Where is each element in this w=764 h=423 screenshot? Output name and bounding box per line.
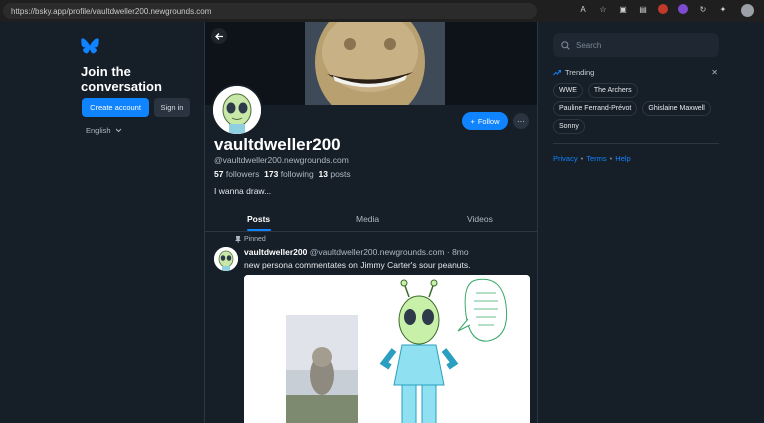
collections-icon[interactable]: ✦ [718,4,728,14]
help-link[interactable]: Help [615,154,630,163]
privacy-link[interactable]: Privacy [553,154,578,163]
followers-count[interactable]: 57 [214,169,223,179]
search-input[interactable]: Search [553,33,719,57]
read-aloud-icon[interactable]: A [578,4,588,14]
extension-icon[interactable]: ▣ [618,4,628,14]
post-drawing-image [244,275,530,423]
trending-topics: WWE The Archers Pauline Ferrand-Prévot G… [553,83,723,134]
search-icon [561,40,570,50]
pin-icon [235,236,241,243]
tab-videos[interactable]: Videos [467,214,493,224]
post-header: vaultdweller200 @vaultdweller200.newgrou… [244,247,469,257]
following-label[interactable]: following [281,169,314,179]
post-separator: · [446,247,450,257]
post-author-avatar[interactable] [214,247,238,271]
trending-label: Trending [565,68,595,77]
post-author-handle[interactable]: @vaultdweller200.newgrounds.com [310,247,445,257]
posts-count: 13 [318,169,328,179]
back-button[interactable] [211,28,227,44]
profile-display-name: vaultdweller200 [214,135,341,154]
browser-profile-avatar[interactable] [741,4,754,17]
bluesky-logo-icon[interactable] [81,38,99,54]
alien-avatar-image [214,247,238,271]
chevron-down-icon [115,128,121,133]
trending-topic[interactable]: The Archers [587,83,638,98]
post-text: new persona commentates on Jimmy Carter'… [244,260,471,270]
trending-topic[interactable]: WWE [553,83,583,98]
address-bar[interactable]: https://bsky.app/profile/vaultdweller200… [3,3,537,19]
trending-topic[interactable]: Pauline Ferrand-Prévot [553,101,638,116]
profile-stats: 57 followers 173 following 13 posts [214,169,351,179]
trending-arrow-icon [553,70,561,76]
refresh-icon[interactable]: ↻ [698,4,708,14]
profile-handle: @vaultdweller200.newgrounds.com [214,155,349,165]
link-separator: • [609,154,613,163]
extension-icon[interactable] [678,4,688,14]
profile-bio: I wanna draw... [214,186,272,196]
tab-posts[interactable]: Posts [247,214,270,224]
follow-button[interactable]: + Follow [462,112,508,130]
profile-tabs: Posts Media Videos [205,208,537,232]
search-placeholder: Search [576,40,602,50]
post-age[interactable]: 8mo [452,247,469,257]
post-image[interactable] [244,275,530,423]
active-tab-indicator [247,229,271,231]
divider [553,143,719,144]
trending-topic[interactable]: Ghislaine Maxwell [642,101,711,116]
post-author-name[interactable]: vaultdweller200 [244,247,307,257]
right-sidebar: Search Trending ✕ WWE The Archers Paulin… [538,22,764,423]
alien-avatar-image [213,86,261,134]
following-count[interactable]: 173 [264,169,278,179]
join-line: conversation [81,79,162,94]
sign-in-button[interactable]: Sign in [154,98,190,117]
plus-icon: + [470,116,475,126]
posts-label: posts [330,169,351,179]
join-heading: Join the conversation [81,64,191,94]
extension-icon[interactable] [658,4,668,14]
followers-label[interactable]: followers [226,169,260,179]
trending-topic[interactable]: Sonny [553,119,585,134]
more-options-button[interactable]: ··· [513,113,529,129]
extension-icon[interactable]: ▤ [638,4,648,14]
profile-main: + Follow ··· vaultdweller200 @vaultdwell… [204,22,538,423]
left-sidebar: Join the conversation Create account Sig… [0,22,204,423]
browser-actions: A ☆ ▣ ▤ ↻ ✦ [578,4,728,14]
language-label: English [86,126,111,135]
pinned-indicator: Pinned [235,236,266,243]
browser-toolbar: https://bsky.app/profile/vaultdweller200… [0,0,764,22]
pinned-label: Pinned [244,236,266,243]
arrow-left-icon [214,32,223,40]
tab-media[interactable]: Media [356,214,379,224]
create-account-button[interactable]: Create account [82,98,149,117]
favorite-star-icon[interactable]: ☆ [598,4,608,14]
terms-link[interactable]: Terms [586,154,606,163]
close-icon[interactable]: ✕ [711,68,718,77]
profile-avatar[interactable] [211,84,263,136]
trending-header: Trending ✕ [553,68,718,77]
language-selector[interactable]: English [86,126,122,135]
link-separator: • [580,154,584,163]
join-line: Join the [81,64,131,79]
footer-links: Privacy • Terms • Help [553,154,631,163]
follow-label: Follow [477,116,500,126]
